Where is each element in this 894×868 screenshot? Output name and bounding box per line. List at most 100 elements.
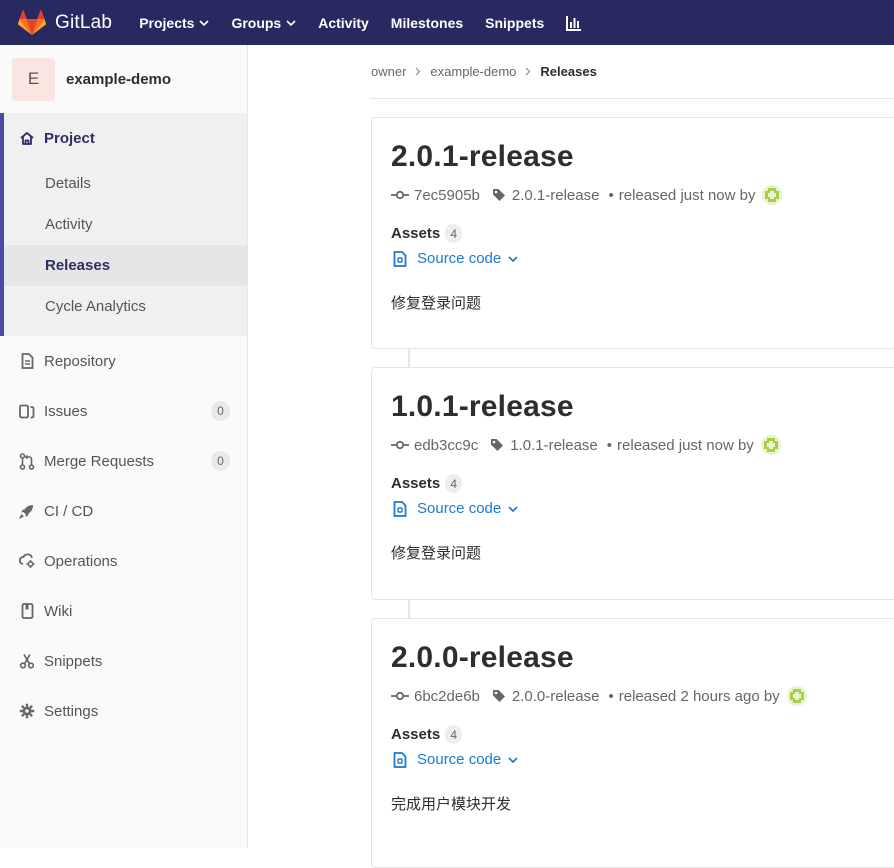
release-commit-sha[interactable]: 6bc2de6b xyxy=(414,688,480,705)
document-icon xyxy=(18,353,36,369)
nav-chart-button[interactable] xyxy=(566,15,582,31)
commit-icon xyxy=(391,190,409,200)
nav-projects[interactable]: Projects xyxy=(139,14,210,31)
assets-label: Assets xyxy=(391,225,441,242)
sidebar-item-label: Wiki xyxy=(44,602,73,620)
release-time: released 2 hours ago by xyxy=(618,687,780,705)
release-tag[interactable]: 1.0.1-release xyxy=(510,437,598,454)
source-code-dropdown[interactable]: Source code xyxy=(393,751,518,768)
release-time: released just now by xyxy=(618,186,756,204)
nav-groups-label: Groups xyxy=(231,14,282,31)
sidebar-item-label: Snippets xyxy=(44,652,103,670)
release-card: 1.0.1-release edb3cc9c 1.0.1-release • r… xyxy=(371,367,894,600)
sidebar-item-project[interactable]: Project xyxy=(4,113,247,163)
sidebar-item-merge-requests[interactable]: Merge Requests 0 xyxy=(0,436,247,486)
merge-requests-count-badge: 0 xyxy=(211,451,230,471)
sidebar-section-project: Project Details Activity Releases Cycle … xyxy=(0,113,247,336)
sidebar-item-label: Merge Requests xyxy=(44,452,155,470)
scissors-icon xyxy=(18,653,36,669)
file-zip-icon xyxy=(393,751,407,768)
breadcrumb-project[interactable]: example-demo xyxy=(430,64,516,79)
sidebar-item-issues[interactable]: Issues 0 xyxy=(0,386,247,436)
project-avatar: E xyxy=(12,57,55,101)
project-sidebar: E example-demo Project Details Activity … xyxy=(0,45,248,848)
release-tag[interactable]: 2.0.0-release xyxy=(512,688,600,705)
brand-name: GitLab xyxy=(55,11,113,33)
release-meta: 7ec5905b 2.0.1-release • released just n… xyxy=(391,184,783,206)
book-icon xyxy=(18,603,36,619)
nav-groups[interactable]: Groups xyxy=(231,15,296,31)
sidebar-item-operations[interactable]: Operations xyxy=(0,536,247,586)
user-avatar[interactable] xyxy=(761,184,783,206)
breadcrumb-divider xyxy=(370,98,894,99)
sidebar-item-snippets[interactable]: Snippets xyxy=(0,636,247,686)
nav-projects-label: Projects xyxy=(139,14,195,31)
source-code-label: Source code xyxy=(417,500,502,517)
user-avatar[interactable] xyxy=(760,434,782,456)
issues-count-badge: 0 xyxy=(211,401,230,421)
sidebar-item-label: Repository xyxy=(44,352,116,370)
rocket-icon xyxy=(18,503,36,519)
sidebar-item-wiki[interactable]: Wiki xyxy=(0,586,247,636)
issues-icon xyxy=(18,404,36,419)
release-meta: edb3cc9c 1.0.1-release • released just n… xyxy=(391,434,782,456)
release-description: 完成用户模块开发 xyxy=(391,796,512,813)
release-commit-sha[interactable]: edb3cc9c xyxy=(414,437,478,454)
source-code-label: Source code xyxy=(417,751,502,768)
breadcrumb-current[interactable]: Releases xyxy=(540,64,596,79)
user-avatar[interactable] xyxy=(786,685,808,707)
chevron-down-icon xyxy=(286,19,296,26)
sidebar-subitem-releases[interactable]: Releases xyxy=(4,245,247,286)
chevron-right-icon xyxy=(415,67,421,76)
source-code-dropdown[interactable]: Source code xyxy=(393,500,518,517)
source-code-label: Source code xyxy=(417,250,502,267)
sidebar-subitem-activity[interactable]: Activity xyxy=(4,204,247,245)
sidebar-subitem-cycle-analytics[interactable]: Cycle Analytics xyxy=(4,286,247,327)
source-code-dropdown[interactable]: Source code xyxy=(393,250,518,267)
breadcrumb-owner[interactable]: owner xyxy=(371,64,406,79)
release-title: 1.0.1-release xyxy=(391,390,574,423)
release-meta: 6bc2de6b 2.0.0-release • released 2 hour… xyxy=(391,685,808,707)
release-time: released just now by xyxy=(617,436,754,454)
chevron-down-icon xyxy=(508,505,518,512)
chevron-right-icon xyxy=(525,67,531,76)
gitlab-logo-icon xyxy=(18,9,46,35)
sidebar-subitem-details[interactable]: Details xyxy=(4,163,247,204)
merge-request-icon xyxy=(18,452,36,470)
assets-header: Assets 4 xyxy=(391,725,463,744)
breadcrumb: owner example-demo Releases xyxy=(371,64,597,79)
assets-label: Assets xyxy=(391,475,441,492)
sidebar-item-settings[interactable]: Settings xyxy=(0,686,247,736)
sidebar-item-repository[interactable]: Repository xyxy=(0,336,247,386)
assets-label: Assets xyxy=(391,726,441,743)
sidebar-item-ci-cd[interactable]: CI / CD xyxy=(0,486,247,536)
assets-count-badge: 4 xyxy=(445,474,463,493)
nav-activity[interactable]: Activity xyxy=(318,15,369,31)
file-zip-icon xyxy=(393,250,407,267)
commit-icon xyxy=(391,440,409,450)
tag-icon xyxy=(492,690,505,702)
nav-snippets[interactable]: Snippets xyxy=(485,15,544,31)
sidebar-item-label: Settings xyxy=(44,702,99,720)
release-commit-sha[interactable]: 7ec5905b xyxy=(414,187,480,204)
tag-icon xyxy=(492,189,505,201)
assets-header: Assets 4 xyxy=(391,224,463,243)
gitlab-home-link[interactable]: GitLab xyxy=(18,9,113,36)
sidebar-item-project-label: Project xyxy=(44,129,95,147)
chart-icon xyxy=(566,15,582,31)
release-title: 2.0.1-release xyxy=(391,140,574,173)
sidebar-item-label: Operations xyxy=(44,552,118,570)
nav-milestones[interactable]: Milestones xyxy=(391,15,463,31)
cloud-gear-icon xyxy=(18,553,36,569)
release-card: 2.0.0-release 6bc2de6b 2.0.0-release • r… xyxy=(371,618,894,868)
timeline-connector xyxy=(408,348,410,368)
home-icon xyxy=(18,131,36,146)
timeline-connector xyxy=(408,599,410,619)
sidebar-item-label: CI / CD xyxy=(44,502,94,520)
project-header[interactable]: E example-demo xyxy=(0,45,247,113)
release-description: 修复登录问题 xyxy=(391,545,482,562)
release-tag[interactable]: 2.0.1-release xyxy=(512,187,600,204)
gear-icon xyxy=(18,703,36,719)
nav-activity-label: Activity xyxy=(318,14,369,31)
chevron-down-icon xyxy=(199,19,210,26)
